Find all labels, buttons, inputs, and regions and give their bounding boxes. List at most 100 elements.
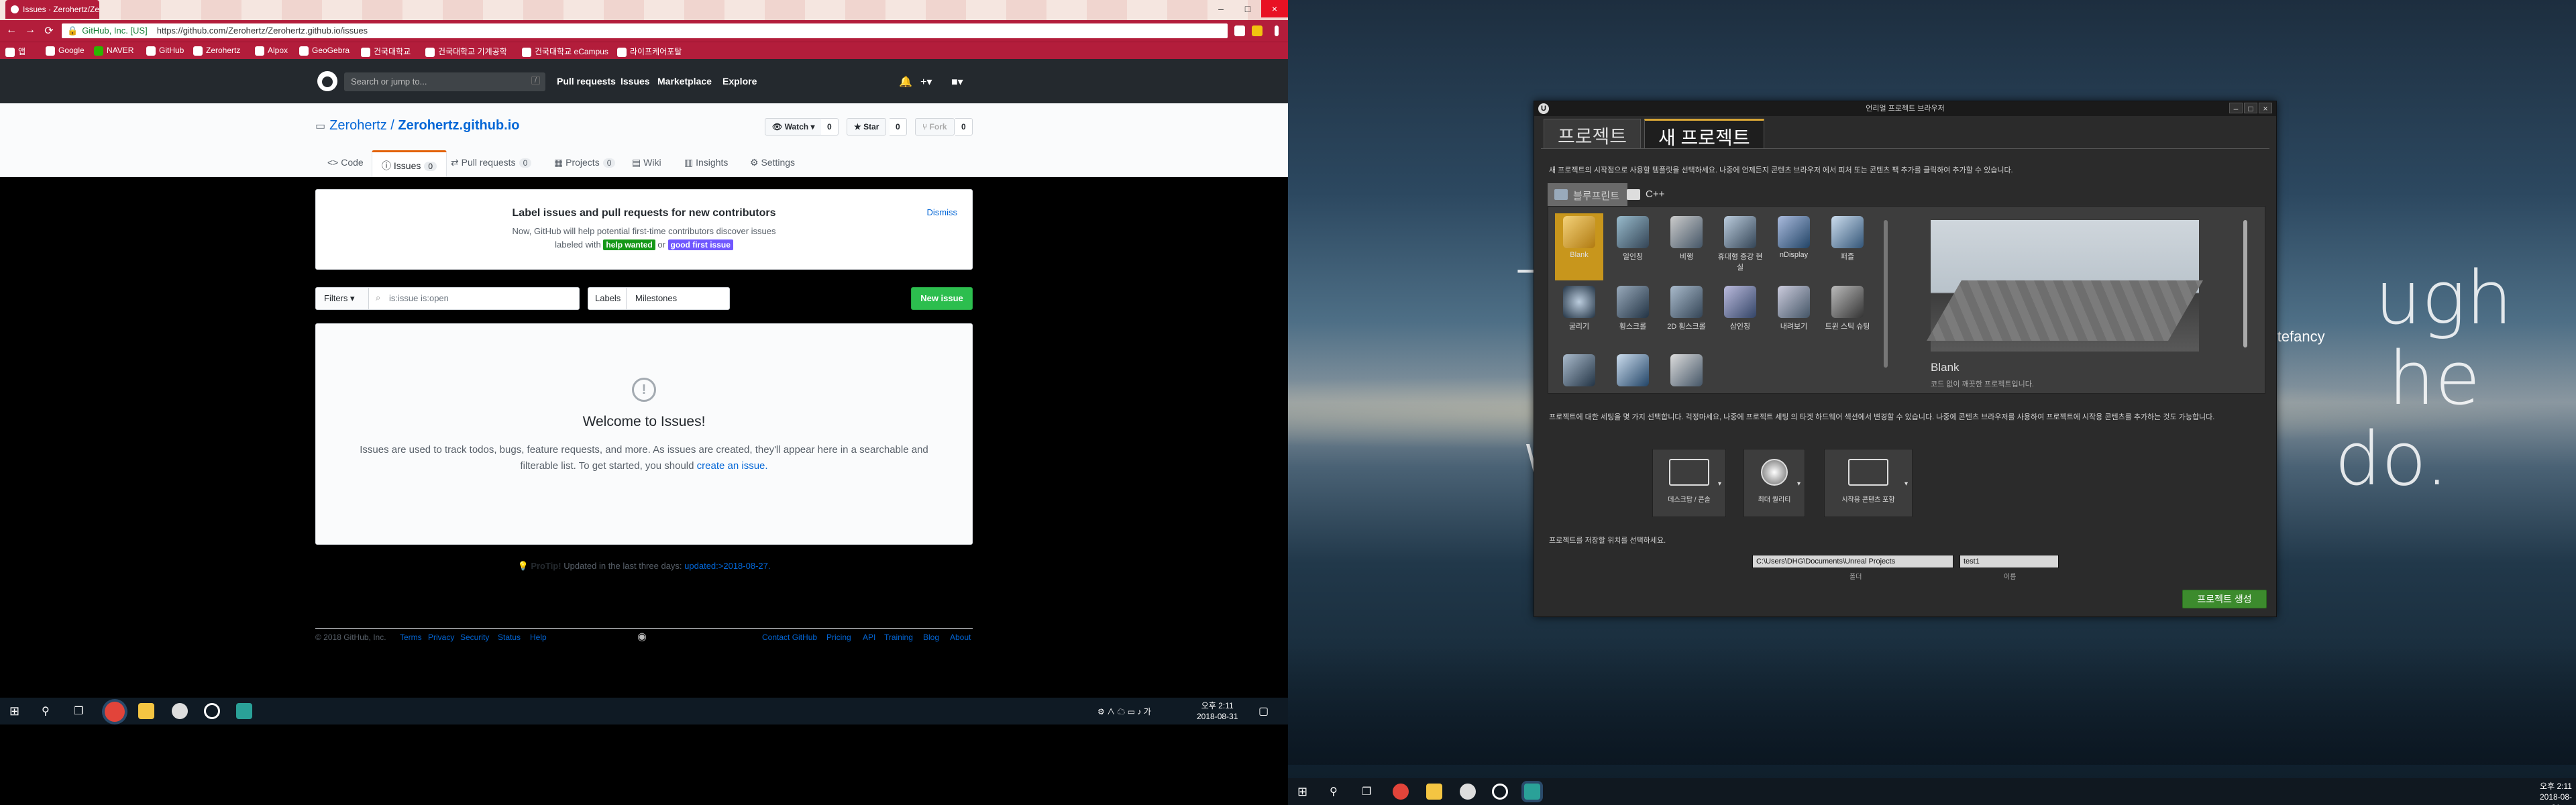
bookmark-item[interactable]: GitHub: [146, 46, 184, 56]
task-view-icon[interactable]: ❐: [74, 704, 83, 718]
quality-select[interactable]: 최대 퀄리티 ▾: [1743, 449, 1805, 517]
tab-settings[interactable]: ⚙ Settings: [750, 157, 795, 168]
label-help-wanted[interactable]: help wanted: [603, 239, 655, 250]
template-item[interactable]: [1662, 354, 1711, 389]
hardware-target-select[interactable]: 데스크탑 / 콘솔 ▾: [1652, 449, 1726, 517]
footer-link[interactable]: Blog: [923, 633, 939, 642]
new-issue-button[interactable]: New issue: [911, 287, 973, 310]
template-item[interactable]: 휴대형 증강 현실: [1716, 216, 1764, 272]
bookmark-item[interactable]: Zerohertz: [193, 46, 240, 56]
template-item[interactable]: 2D 횡스크롤: [1662, 286, 1711, 331]
template-item[interactable]: 횡스크롤: [1609, 286, 1657, 331]
unreal-taskbar-icon[interactable]: [172, 703, 188, 719]
minimize-icon[interactable]: –: [1208, 0, 1234, 17]
chrome-taskbar-icon[interactable]: [1393, 784, 1409, 800]
watch-count[interactable]: 0: [821, 118, 839, 136]
template-item[interactable]: 일인칭: [1609, 216, 1657, 262]
tab-pull-requests[interactable]: ⇄ Pull requests 0: [451, 157, 532, 168]
nav-issues[interactable]: Issues: [621, 76, 650, 87]
label-good-first-issue[interactable]: good first issue: [667, 239, 733, 250]
bookmark-item[interactable]: 건국대학교 eCampus: [522, 46, 608, 57]
reload-icon[interactable]: ⟳: [42, 24, 56, 38]
minimize-icon[interactable]: –: [2229, 103, 2243, 113]
template-item[interactable]: [1609, 354, 1657, 389]
tab-blueprint[interactable]: 블루프린트: [1548, 183, 1628, 206]
protip-link[interactable]: updated:>2018-08-27.: [684, 561, 770, 571]
footer-link[interactable]: Training: [884, 633, 913, 642]
footer-link[interactable]: Help: [530, 633, 547, 642]
dismiss-button[interactable]: Dismiss: [927, 207, 958, 217]
preview-scrollbar[interactable]: [2243, 220, 2247, 347]
back-icon[interactable]: ←: [4, 24, 19, 38]
close-icon[interactable]: ×: [2259, 103, 2272, 113]
footer-link[interactable]: Security: [460, 633, 489, 642]
fork-count[interactable]: 0: [955, 118, 973, 136]
starter-content-select[interactable]: 시작용 콘텐츠 포함 ▾: [1824, 449, 1913, 517]
app-taskbar-icon[interactable]: [1492, 784, 1508, 800]
address-bar[interactable]: 🔒 GitHub, Inc. [US] https://github.com/Zer…: [62, 23, 1228, 38]
create-issue-link[interactable]: create an issue.: [697, 460, 768, 472]
template-item[interactable]: nDisplay: [1770, 216, 1818, 259]
tab-code[interactable]: <> Code: [327, 157, 364, 168]
tab-wiki[interactable]: ▤ Wiki: [632, 157, 661, 168]
nav-explore[interactable]: Explore: [722, 76, 757, 87]
app-taskbar-icon[interactable]: [236, 703, 252, 719]
maximize-icon[interactable]: □: [1234, 0, 1261, 17]
template-item[interactable]: [1555, 354, 1603, 389]
bookmark-item[interactable]: 건국대학교 기계공학: [425, 46, 507, 57]
extension-icon[interactable]: [1234, 25, 1245, 36]
footer-link[interactable]: Terms: [400, 633, 422, 642]
template-item[interactable]: 내려보기: [1770, 286, 1818, 331]
footer-link[interactable]: API: [863, 633, 875, 642]
labels-button[interactable]: Labels: [595, 293, 621, 303]
app-taskbar-icon[interactable]: [204, 703, 220, 719]
footer-link[interactable]: Contact GitHub: [762, 633, 817, 642]
filters-button[interactable]: Filters ▾: [315, 287, 369, 310]
star-button[interactable]: ★ Star: [847, 118, 887, 136]
plus-icon[interactable]: +▾: [920, 75, 932, 89]
star-count[interactable]: 0: [890, 118, 907, 136]
template-item[interactable]: 트윈 스틱 슈팅: [1823, 286, 1872, 331]
bookmark-item[interactable]: Google: [46, 46, 85, 56]
template-scrollbar[interactable]: [1884, 220, 1888, 368]
nav-marketplace[interactable]: Marketplace: [657, 76, 712, 87]
avatar[interactable]: ■▾: [951, 75, 963, 89]
clock[interactable]: 오후 2:112018-08-31: [1197, 700, 1238, 722]
nav-pull-requests[interactable]: Pull requests: [557, 76, 616, 87]
tab-new-project[interactable]: 새 프로젝트: [1644, 119, 1764, 148]
maximize-icon[interactable]: □: [2244, 103, 2257, 113]
tab-projects[interactable]: ▦ Projects 0: [554, 157, 616, 168]
tab-issues[interactable]: ⓘ Issues 0: [372, 150, 447, 177]
task-view-icon[interactable]: ❐: [1362, 785, 1371, 798]
chrome-taskbar-icon[interactable]: [105, 702, 125, 722]
template-item[interactable]: 비행: [1662, 216, 1711, 262]
template-item[interactable]: 퍼즐: [1823, 216, 1872, 262]
explorer-taskbar-icon[interactable]: [138, 703, 154, 719]
notification-icon[interactable]: ▢: [1258, 704, 1269, 718]
tab-cpp[interactable]: C++: [1620, 183, 1672, 206]
bookmark-item[interactable]: Alpox: [255, 46, 288, 56]
search-input[interactable]: Search or jump to... /: [344, 72, 545, 91]
bookmark-item[interactable]: 앱: [5, 46, 25, 57]
forward-icon[interactable]: →: [23, 24, 38, 38]
search-icon[interactable]: ⚲: [1330, 785, 1338, 798]
project-name-input[interactable]: test1: [1960, 555, 2059, 568]
bookmark-item[interactable]: NAVER: [94, 46, 133, 56]
bookmark-item[interactable]: 라이프케어포탈: [617, 46, 682, 57]
tab-projects[interactable]: 프로젝트: [1544, 119, 1642, 148]
template-item[interactable]: 굴리기: [1555, 286, 1603, 331]
github-logo-icon[interactable]: [317, 71, 337, 91]
browser-tab[interactable]: Issues · Zerohertz/Zeroh: [5, 0, 99, 19]
template-blank[interactable]: Blank: [1555, 213, 1603, 280]
repo-owner-link[interactable]: Zerohertz: [329, 118, 387, 133]
template-item[interactable]: 삼인칭: [1716, 286, 1764, 331]
issue-search-input[interactable]: ⌕ is:issue is:open: [368, 287, 580, 310]
bell-icon[interactable]: 🔔: [899, 75, 912, 89]
footer-link[interactable]: Status: [498, 633, 521, 642]
folder-path-input[interactable]: C:\Users\DHG\Documents\Unreal Projects: [1752, 555, 1953, 568]
fork-button[interactable]: ⑂ Fork: [915, 118, 955, 136]
footer-link[interactable]: Privacy: [428, 633, 454, 642]
start-icon[interactable]: ⊞: [1297, 785, 1307, 799]
close-icon[interactable]: ×: [1261, 0, 1288, 17]
explorer-taskbar-icon[interactable]: [1426, 784, 1442, 800]
